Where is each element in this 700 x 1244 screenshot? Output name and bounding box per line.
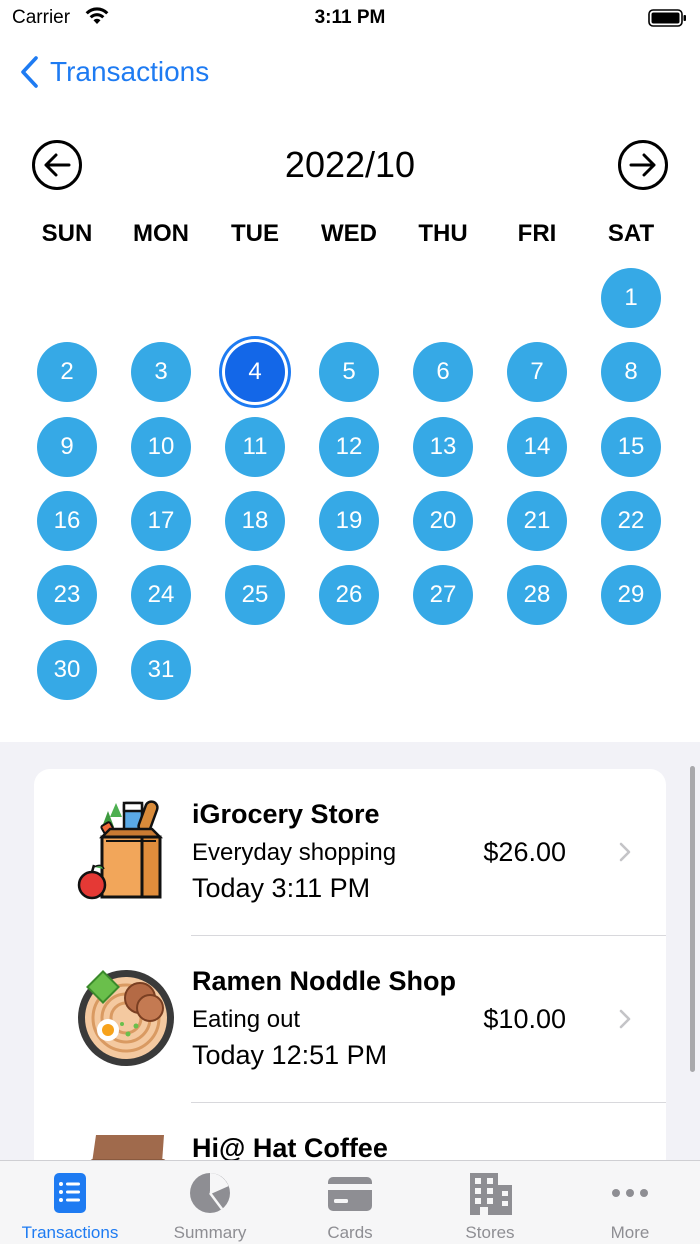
scrollbar[interactable]	[690, 766, 695, 1072]
weekday-label: TUE	[231, 220, 279, 247]
calendar-day[interactable]: 24	[131, 565, 191, 625]
weekday-label: WED	[321, 220, 377, 247]
next-month-button[interactable]	[617, 139, 669, 191]
weekday-label: SAT	[607, 220, 655, 247]
tab-more[interactable]: More	[560, 1161, 700, 1244]
calendar-day[interactable]: 21	[507, 491, 567, 551]
arrow-right-circle-icon	[618, 140, 668, 190]
calendar-day[interactable]: 2	[37, 342, 97, 402]
calendar-day[interactable]: 10	[131, 417, 191, 477]
building-icon	[470, 1173, 512, 1215]
tab-label: Stores	[465, 1223, 515, 1242]
chevron-right-icon	[619, 1009, 631, 1029]
more-icon	[612, 1189, 648, 1197]
transaction-time: Today 3:11 PM	[192, 873, 371, 903]
calendar-day[interactable]: 29	[601, 565, 661, 625]
chevron-right-icon	[619, 842, 631, 862]
tab-stores[interactable]: Stores	[420, 1161, 560, 1244]
tab-label: Summary	[173, 1223, 247, 1242]
month-title: 2022/10	[284, 144, 416, 185]
amount-label: $26.00	[483, 837, 566, 867]
chevron-left-icon	[21, 56, 38, 88]
calendar-day[interactable]: 15	[601, 417, 661, 477]
transaction-time: Today 12:51 PM	[192, 1040, 388, 1070]
calendar-day[interactable]: 6	[413, 342, 473, 402]
calendar-day[interactable]: 27	[413, 565, 473, 625]
tab-bar: Transactions Summary Cards Stores More	[0, 1160, 700, 1244]
calendar-day[interactable]: 18	[225, 491, 285, 551]
transaction-row[interactable]: Ramen Noddle Shop Eating out Today 12:51…	[34, 936, 666, 1103]
tab-summary[interactable]: Summary	[140, 1161, 280, 1244]
calendar-day[interactable]: 19	[319, 491, 379, 551]
amount-label: $10.00	[483, 1004, 566, 1034]
category-label: Eating out	[192, 1006, 301, 1033]
calendar-day[interactable]: 14	[507, 417, 567, 477]
credit-card-icon	[328, 1177, 372, 1211]
weekday-label: FRI	[517, 220, 557, 247]
tab-transactions[interactable]: Transactions	[0, 1161, 140, 1244]
calendar-day[interactable]: 3	[131, 342, 191, 402]
calendar-day[interactable]: 5	[319, 342, 379, 402]
merchant-name: Ramen Noddle Shop	[192, 966, 457, 996]
weekday-label: SUN	[41, 220, 93, 247]
calendar-day[interactable]: 30	[37, 640, 97, 700]
calendar-day[interactable]: 31	[131, 640, 191, 700]
tab-label: Transactions	[21, 1223, 119, 1242]
calendar-day[interactable]: 23	[37, 565, 97, 625]
calendar-day[interactable]: 22	[601, 491, 661, 551]
category-label: Everyday shopping	[192, 839, 397, 866]
transaction-row[interactable]: iGrocery Store Everyday shopping Today 3…	[34, 769, 666, 936]
calendar-day[interactable]: 26	[319, 565, 379, 625]
transaction-list: iGrocery Store Everyday shopping Today 3…	[34, 769, 666, 1199]
grocery-bag-icon	[77, 800, 164, 900]
ramen-bowl-icon	[78, 970, 174, 1066]
battery-icon	[648, 8, 688, 33]
calendar-day[interactable]: 25	[225, 565, 285, 625]
tab-cards[interactable]: Cards	[280, 1161, 420, 1244]
status-bar: Carrier 3:11 PM	[0, 0, 700, 38]
calendar-day[interactable]: 12	[319, 417, 379, 477]
calendar-day[interactable]: 17	[131, 491, 191, 551]
weekday-label: THU	[418, 220, 468, 247]
calendar-day[interactable]: 7	[507, 342, 567, 402]
back-button-label: Transactions	[50, 56, 210, 87]
back-button[interactable]: Transactions	[18, 54, 209, 90]
calendar-day[interactable]: 4	[225, 342, 285, 402]
merchant-name: iGrocery Store	[192, 799, 380, 829]
calendar-day[interactable]: 28	[507, 565, 567, 625]
clock: 3:11 PM	[314, 7, 386, 28]
calendar-day[interactable]: 9	[37, 417, 97, 477]
weekday-label: MON	[133, 220, 189, 247]
calendar-day[interactable]: 11	[225, 417, 285, 477]
calendar-panel: Carrier 3:11 PM Transactions 2022/10 SUN…	[0, 0, 700, 742]
calendar-day[interactable]: 20	[413, 491, 473, 551]
tab-label: Cards	[327, 1223, 373, 1242]
list-icon	[54, 1173, 86, 1213]
pie-chart-icon	[190, 1173, 230, 1213]
calendar-day[interactable]: 8	[601, 342, 661, 402]
tab-label: More	[610, 1223, 650, 1242]
calendar-day[interactable]: 16	[37, 491, 97, 551]
calendar-day[interactable]: 13	[413, 417, 473, 477]
calendar-day[interactable]: 1	[601, 268, 661, 328]
